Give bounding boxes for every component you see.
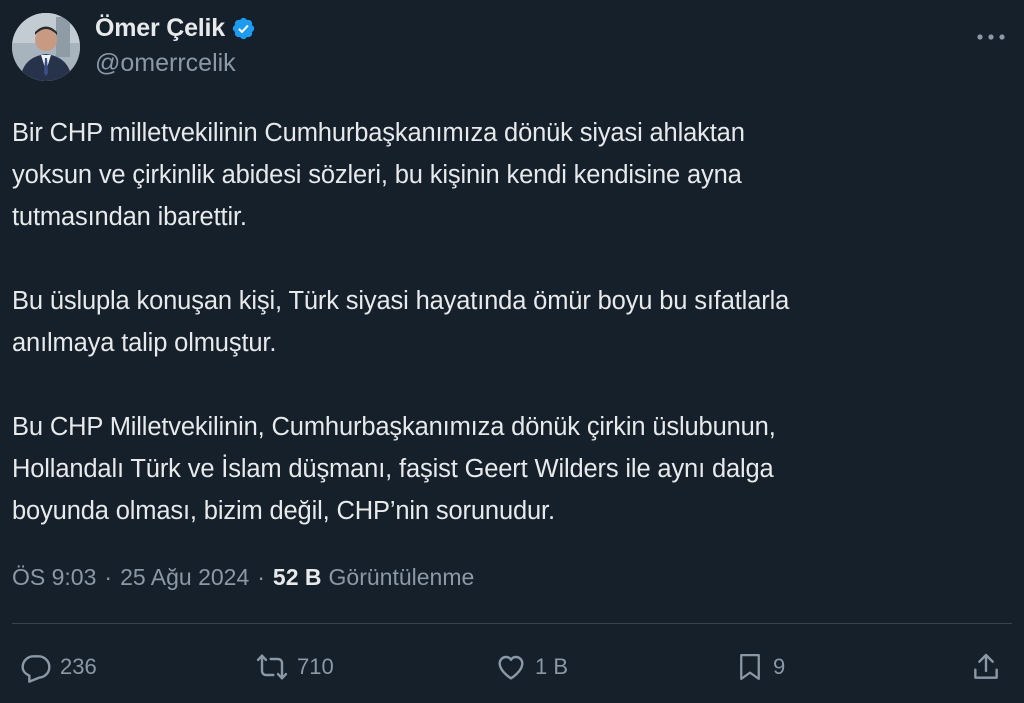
tweet-meta: ÖS 9:03 · 25 Ağu 2024 · 52 B Görüntülenm…: [12, 560, 474, 594]
tweet-text-line: Bu üslupla konuşan kişi, Türk siyasi hay…: [12, 287, 790, 315]
retweet-icon: [255, 651, 289, 683]
retweet-button[interactable]: 710: [255, 643, 334, 691]
tweet-text-line: boyunda olması, bizim değil, CHP’nin sor…: [12, 497, 555, 525]
tweet-paragraph: Bu CHP Milletvekilinin, Cumhurbaşkanımız…: [12, 406, 1002, 532]
tweet-text: Bir CHP milletvekilinin Cumhurbaşkanımız…: [12, 112, 1002, 532]
verified-badge-icon: [231, 16, 256, 41]
tweet-date[interactable]: 25 Ağu 2024: [120, 564, 249, 591]
views-count[interactable]: 52 B: [273, 564, 322, 591]
bookmark-button[interactable]: 9: [735, 643, 785, 691]
author-display-name[interactable]: Ömer Çelik: [95, 14, 225, 43]
tweet-detail: Ömer Çelik @omerrcelik Bir CHP milletvek…: [0, 0, 1024, 703]
reply-icon: [20, 651, 52, 683]
share-button[interactable]: [970, 643, 1002, 691]
retweet-count: 710: [297, 654, 334, 679]
tweet-text-line: yoksun ve çirkinlik abidesi sözleri, bu …: [12, 161, 742, 189]
tweet-text-line: anılmaya talip olmuştur.: [12, 329, 277, 357]
action-bar: 236 710 1 B 9: [0, 643, 1024, 693]
tweet-text-line: tutmasından ibarettir.: [12, 203, 247, 231]
divider: [12, 623, 1012, 624]
share-icon: [970, 651, 1002, 683]
tweet-text-line: Bu CHP Milletvekilinin, Cumhurbaşkanımız…: [12, 413, 776, 441]
avatar[interactable]: [12, 13, 80, 81]
reply-button[interactable]: 236: [20, 643, 97, 691]
bookmark-icon: [735, 651, 765, 683]
bookmark-count: 9: [773, 654, 786, 679]
tweet-paragraph: Bu üslupla konuşan kişi, Türk siyasi hay…: [12, 280, 1002, 364]
meta-separator: ·: [104, 563, 113, 590]
meta-separator: ·: [257, 563, 265, 590]
author-handle[interactable]: @omerrcelik: [95, 49, 236, 78]
views-label: Görüntülenme: [328, 563, 475, 590]
tweet-paragraph: Bir CHP milletvekilinin Cumhurbaşkanımız…: [12, 112, 1002, 238]
tweet-text-line: Bir CHP milletvekilinin Cumhurbaşkanımız…: [12, 119, 745, 147]
heart-icon: [495, 651, 527, 683]
author-name-row: Ömer Çelik: [95, 12, 256, 44]
tweet-text-line: Hollandalı Türk ve İslam düşmanı, faşist…: [12, 455, 774, 483]
more-horizontal-icon[interactable]: [976, 28, 1006, 40]
reply-count: 236: [60, 654, 97, 679]
tweet-time[interactable]: ÖS 9:03: [12, 564, 96, 591]
like-count: 1 B: [535, 654, 569, 679]
like-button[interactable]: 1 B: [495, 643, 568, 691]
